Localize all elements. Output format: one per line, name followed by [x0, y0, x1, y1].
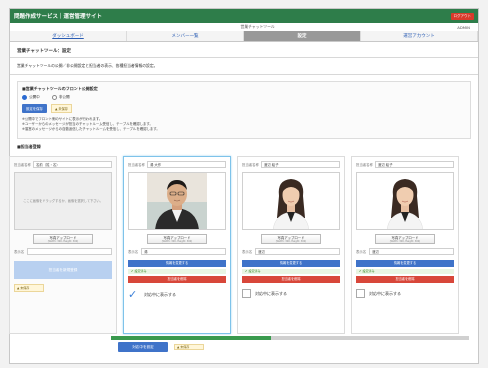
display-name-label: 表示名	[242, 250, 253, 254]
top-bar: 問題作成サービス｜運営管理サイト ログアウト	[10, 9, 478, 23]
delete-button[interactable]: 担当者を削除	[356, 276, 454, 283]
man-portrait-icon	[147, 173, 207, 229]
status-badge: ✔ 設定済み	[356, 269, 454, 274]
app-title: 問題作成サービス｜運営管理サイト	[14, 14, 103, 20]
radio-private[interactable]: 非公開	[51, 95, 70, 100]
upload-size-hint: (Width: 300, Height: 300)	[161, 240, 193, 243]
display-name-input[interactable]: 渡辺	[255, 248, 340, 255]
checkbox-empty-icon[interactable]	[356, 289, 365, 298]
name-input[interactable]: 渡辺 絵子	[374, 161, 454, 168]
photo-upload-button[interactable]: 写真アップロード (Width: 300, Height: 300)	[147, 234, 207, 244]
name-row: 担当者名称 渡辺 絵子	[242, 161, 340, 168]
visibility-radio-group: 公開中 非公開	[22, 95, 466, 100]
unsaved-warning: ▲ 未保存	[174, 344, 204, 350]
display-name-row: 表示名 渡辺	[242, 248, 340, 255]
update-info-button[interactable]: 情報を変更する	[242, 260, 340, 267]
unsaved-warning: ▲ 未保存	[50, 104, 72, 113]
name-label: 担当者名称	[242, 163, 259, 167]
display-name-input[interactable]	[27, 248, 112, 255]
image-dropzone[interactable]: ここに画像をドラッグするか、画像を選択して下さい。	[14, 172, 112, 230]
tab-members[interactable]: メンバー一覧	[127, 31, 244, 41]
admin-label: ADMIN	[457, 24, 470, 30]
front-notes: ※公開中でフロント側のサイトに表示が行われます。 ※ユーザーからのメッセージが担…	[22, 117, 466, 132]
name-row: 担当者名称 名前（姓・名）	[14, 161, 112, 168]
update-info-button[interactable]: 情報を変更する	[128, 260, 226, 267]
status-badge: ✔ 設定済み	[128, 269, 226, 274]
name-label: 担当者名称	[356, 163, 373, 167]
front-settings-box: ■営業チャットツールのフロント公開設定 公開中 非公開 設定を保存 ▲ 未保存 …	[17, 81, 471, 139]
tab-bar: ダッシュボード メンバー一覧 設定 運営アカウント	[10, 31, 478, 42]
avatar-panel-1: 担当者名称 湯 大作 写真アップロード (Width: 300, Height:…	[123, 156, 231, 334]
checkbox-label: 対応中に表示する	[369, 290, 401, 296]
sub-header: 営業チャットツール ADMIN	[10, 23, 478, 31]
show-in-chat-checkbox[interactable]: ✓ 対応中に表示する	[128, 289, 226, 301]
radio-selected-icon[interactable]	[22, 95, 27, 100]
name-label: 担当者名称	[128, 163, 145, 167]
checkbox-label: 対応中に表示する	[144, 292, 176, 297]
display-name-label: 表示名	[356, 250, 367, 254]
checkbox-empty-icon[interactable]	[242, 289, 251, 298]
display-name-row: 表示名	[14, 248, 112, 255]
checkmark-icon[interactable]: ✓	[128, 289, 140, 301]
display-name-input[interactable]: 渡辺	[369, 248, 454, 255]
logout-button[interactable]: ログアウト	[450, 12, 474, 20]
save-active-button[interactable]: 対応中を設定	[118, 342, 168, 352]
upload-size-hint: (Width: 300, Height: 300)	[275, 240, 307, 243]
subheader-title: 営業チャットツール	[240, 24, 275, 29]
photo-upload-button[interactable]: 写真アップロード (Width: 300, Height: 300)	[375, 234, 435, 244]
display-name-label: 表示名	[128, 250, 139, 254]
delete-button[interactable]: 担当者を削除	[128, 276, 226, 283]
name-input[interactable]: 湯 大作	[146, 161, 226, 168]
woman-portrait-icon	[375, 173, 435, 229]
display-name-row: 表示名 渡辺	[356, 248, 454, 255]
checkbox-label: 対応中に表示する	[255, 290, 287, 296]
progress-divider	[111, 336, 469, 340]
photo-upload-button[interactable]: 写真アップロード (Width: 300, Height: 300)	[261, 234, 321, 244]
front-save-row: 設定を保存 ▲ 未保存	[22, 104, 466, 113]
update-info-button[interactable]: 情報を変更する	[356, 260, 454, 267]
upload-size-hint: (Width: 300, Height: 300)	[389, 240, 421, 243]
tab-settings[interactable]: 設定	[244, 31, 361, 41]
display-name-label: 表示名	[14, 250, 25, 254]
name-row: 担当者名称 渡辺 絵子	[356, 161, 454, 168]
radio-public-label: 公開中	[29, 95, 40, 99]
status-badge: ✔ 設定済み	[242, 269, 340, 274]
show-in-chat-checkbox[interactable]: 対応中に表示する	[356, 289, 454, 298]
display-name-input[interactable]: 湯	[141, 248, 226, 255]
page-description: 営業チャットツールの公開／非公開設定と担当者の表示、各種担当者情報の設定。	[10, 58, 478, 75]
avatar-panels: 担当者名称 名前（姓・名） ここに画像をドラッグするか、画像を選択して下さい。 …	[9, 156, 461, 336]
name-label: 担当者名称	[14, 163, 31, 167]
register-button[interactable]: 担当者を新規登録	[14, 261, 112, 279]
name-input[interactable]: 渡辺 絵子	[260, 161, 340, 168]
front-save-button[interactable]: 設定を保存	[22, 104, 47, 113]
radio-public[interactable]: 公開中	[22, 95, 40, 100]
note-line: ※運営のメッセージからの自動返信したチャットルームを受信し、テーブルを確認します…	[22, 127, 160, 131]
tab-dashboard[interactable]: ダッシュボード	[10, 31, 127, 41]
delete-button[interactable]: 担当者を削除	[242, 276, 340, 283]
radio-private-label: 非公開	[58, 95, 70, 99]
avatar-panel-new: 担当者名称 名前（姓・名） ここに画像をドラッグするか、画像を選択して下さい。 …	[9, 156, 117, 334]
page-title: 営業チャットツール：設定	[10, 42, 478, 58]
avatar-panel-2: 担当者名称 渡辺 絵子 写真アップロード (Width: 300, Height…	[237, 156, 345, 334]
avatar-photo	[356, 172, 454, 230]
name-row: 担当者名称 湯 大作	[128, 161, 226, 168]
avatar-photo	[128, 172, 226, 230]
tab-admin-accounts[interactable]: 運営アカウント	[361, 31, 478, 41]
name-input[interactable]: 名前（姓・名）	[32, 161, 112, 168]
avatars-heading: ■担当者登録	[17, 144, 41, 149]
avatar-panel-3: 担当者名称 渡辺 絵子 写真アップロード (Width: 300, Height…	[351, 156, 459, 334]
photo-upload-button[interactable]: 写真アップロード (Width: 300, Height: 300)	[33, 234, 93, 244]
display-name-row: 表示名 湯	[128, 248, 226, 255]
radio-unselected-icon[interactable]	[51, 95, 57, 100]
upload-size-hint: (Width: 300, Height: 300)	[47, 240, 79, 243]
woman-portrait-icon	[261, 173, 321, 229]
show-in-chat-checkbox[interactable]: 対応中に表示する	[242, 289, 340, 298]
unsaved-warning: ▲ 未保存	[14, 284, 44, 292]
front-settings-heading: ■営業チャットツールのフロント公開設定	[22, 86, 98, 91]
avatar-photo	[242, 172, 340, 230]
